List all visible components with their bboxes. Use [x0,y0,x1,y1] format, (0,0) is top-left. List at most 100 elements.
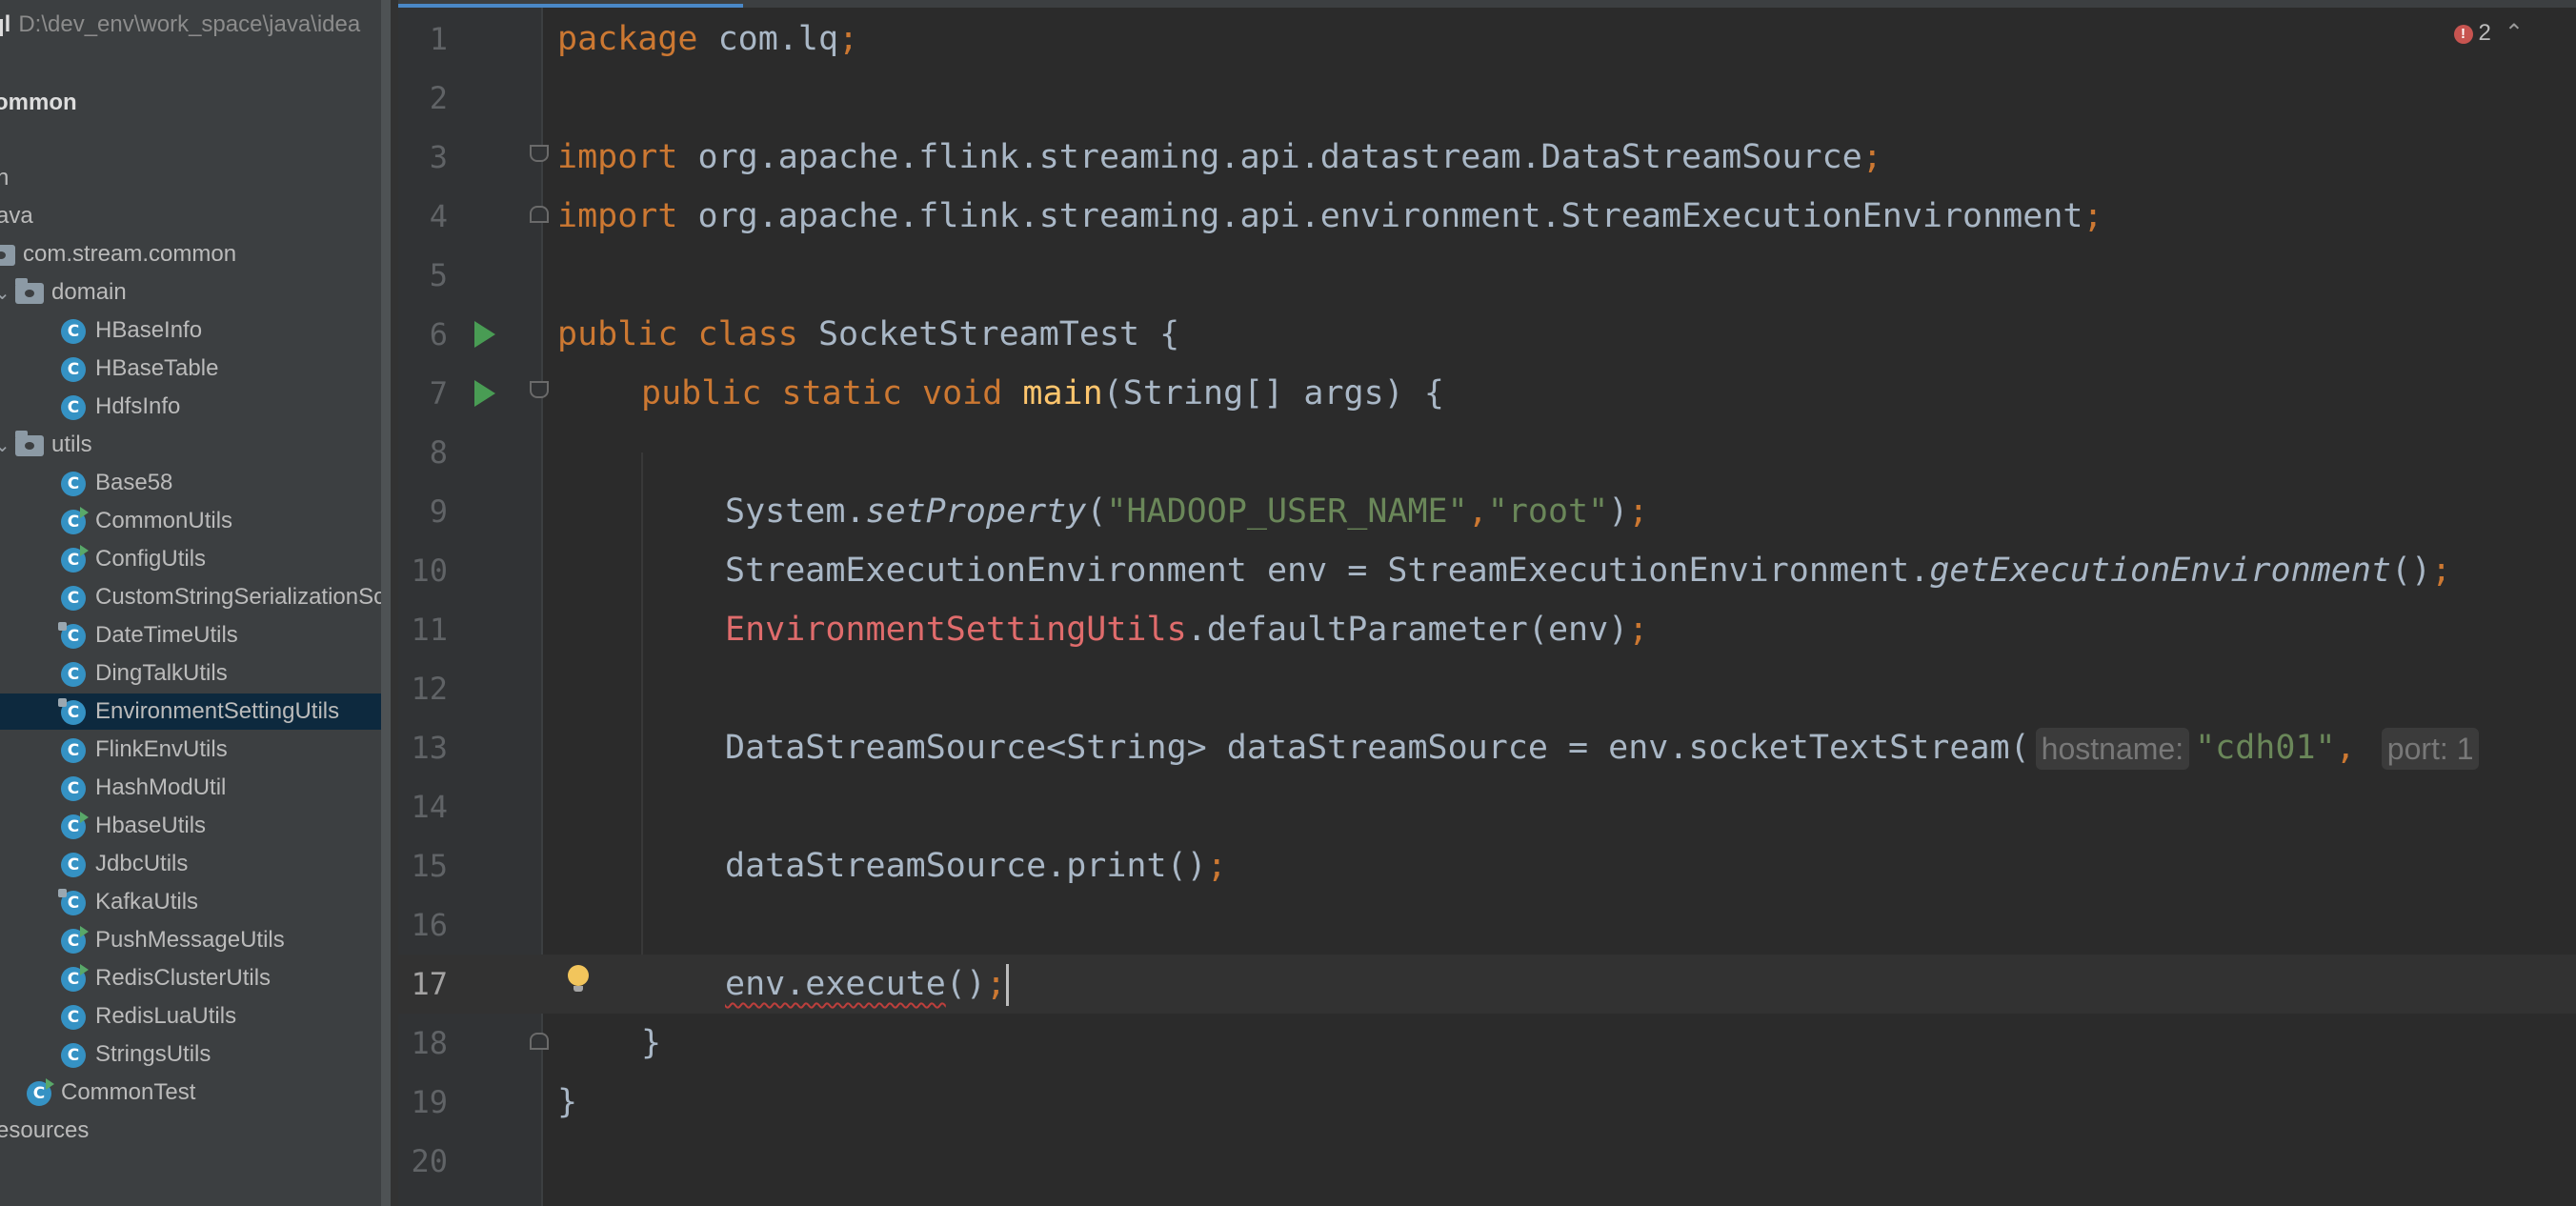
code-token: SocketStreamTest { [797,315,1180,353]
tree-module-common[interactable]: ommon [0,85,77,121]
line-number: 14 [411,789,448,825]
code-text[interactable]: import org.apache.flink.streaming.api.en… [557,187,2103,246]
code-line: 20 [398,1132,2576,1191]
tree-class-item[interactable]: C HbaseUtils [61,808,206,844]
code-text[interactable]: package com.lq; [557,10,858,69]
tree-class-item[interactable]: C FlinkEnvUtils [61,732,228,768]
tree-class-item[interactable]: C DateTimeUtils [58,617,238,653]
tree-class-item[interactable]: C CustomStringSerializationSc [61,579,385,615]
line-number: 18 [411,1025,448,1061]
code-line: 14 [398,777,2576,836]
tree-resources-folder[interactable]: esources [0,1113,89,1149]
semicolon: ; [985,965,1007,1003]
error-underlined-token[interactable]: env.execute [725,965,946,1003]
code-token: StreamExecutionEnvironment env = StreamE… [725,552,1930,590]
code-text[interactable]: } [557,1073,577,1132]
tree-class-item[interactable]: C HashModUtil [61,770,226,806]
project-panel: qlD:\dev_env\work_space\java\idea ommon … [0,0,391,1206]
string-literal: "cdh01" [2195,729,2336,767]
class-label: HdfsInfo [95,393,181,419]
project-header[interactable]: ql D:\dev_env\work_space\java\idea [0,11,360,46]
tree-class-item[interactable]: C HdfsInfo [61,389,180,425]
runnable-class-icon: C [61,506,89,534]
tree-class-item-selected[interactable]: C EnvironmentSettingUtils [0,693,391,730]
code-text[interactable]: System.setProperty("HADOOP_USER_NAME","r… [725,482,1648,541]
tree-class-item[interactable]: C CommonUtils [61,503,232,539]
tree-class-item[interactable]: C JdbcUtils [61,846,188,882]
lightbulb-icon[interactable] [568,965,589,992]
method-name: main [1022,374,1103,412]
code-line: 19} [398,1073,2576,1132]
keyword: import [557,138,678,176]
tree-class-item[interactable]: C HBaseInfo [61,312,202,349]
class-label: HBaseTable [95,355,219,381]
tree-class-item[interactable]: C StringsUtils [61,1036,211,1073]
tree-class-item[interactable]: C ConfigUtils [61,541,206,577]
tree-domain-folder[interactable]: ⌄ domain [0,274,127,311]
code-text[interactable]: StreamExecutionEnvironment env = StreamE… [725,541,2451,600]
code-line: 12 [398,659,2576,718]
code-text[interactable]: } [641,1014,661,1073]
code-text[interactable]: env.execute(); [725,955,1010,1014]
code-line: 18} [398,1014,2576,1073]
tree-package[interactable]: com.stream.common [0,236,236,272]
class-label: PushMessageUtils [95,927,285,953]
line-number: 10 [411,553,448,589]
code-text[interactable]: public static void main(String[] args) { [641,364,1444,423]
tree-class-item[interactable]: C RedisClusterUtils [61,960,271,996]
class-label: CommonUtils [95,508,233,533]
code-line: 15 dataStreamSource.print(); [398,836,2576,895]
module-label: ommon [0,90,77,115]
class-label: DateTimeUtils [95,622,238,648]
code-text[interactable]: EnvironmentSettingUtils.defaultParameter… [725,600,1648,659]
code-text[interactable]: public class SocketStreamTest { [557,305,1179,364]
class-icon: C [58,621,86,649]
fold-icon[interactable] [530,1033,549,1050]
line-number: 17 [411,966,448,1002]
run-class-icon[interactable] [474,321,495,348]
run-method-icon[interactable] [474,380,495,407]
parameter-hint: hostname: [2035,728,2190,770]
code-token: ( [1086,492,1107,531]
code-text[interactable]: DataStreamSource<String> dataStreamSourc… [725,718,2485,777]
code-text[interactable]: import org.apache.flink.streaming.api.da… [557,128,1882,187]
folder-icon [15,277,44,304]
class-label: RedisClusterUtils [95,965,272,991]
code-editor[interactable]: ! 2 ⌃ 1 package com.lq; 2 3 import org.apach… [398,0,2576,1206]
tree-src-folder[interactable]: n [0,160,9,196]
class-label: EnvironmentSettingUtils [95,698,340,724]
code-line: 16 [398,895,2576,955]
tree-class-item[interactable]: C HBaseTable [61,351,218,387]
panel-divider[interactable] [391,0,398,1206]
tree-class-item[interactable]: C Base58 [61,465,172,501]
tree-class-item[interactable]: C PushMessageUtils [61,922,285,958]
text-caret [1006,964,1010,1006]
tree-class-item[interactable]: C KafkaUtils [58,884,199,920]
tree-class-item[interactable]: C RedisLuaUtils [61,998,236,1035]
tree-java-folder[interactable]: ava [0,198,33,234]
project-path: D:\dev_env\work_space\java\idea [18,11,361,37]
comma: , [2335,729,2356,767]
fold-icon[interactable] [530,206,549,223]
code-line: 13 DataStreamSource<String> dataStreamSou… [398,718,2576,777]
tree-utils-folder[interactable]: ⌄ utils [0,427,92,463]
folder-label: utils [51,432,92,457]
class-label: KafkaUtils [95,889,199,915]
class-label: DingTalkUtils [95,660,228,686]
string-literal: "HADOOP_USER_NAME" [1106,492,1468,531]
tree-class-item[interactable]: C DingTalkUtils [61,655,228,692]
static-method: getExecutionEnvironment [1929,552,2391,590]
code-line: 6 public class SocketStreamTest { [398,305,2576,364]
resources-label: esources [0,1117,90,1143]
project-scrollbar[interactable] [381,0,391,1206]
chevron-down-icon[interactable]: ⌄ [0,428,15,464]
class-label: StringsUtils [95,1041,211,1067]
code-line: 8 [398,423,2576,482]
chevron-down-icon[interactable]: ⌄ [0,275,15,312]
code-text[interactable]: dataStreamSource.print(); [725,836,1227,895]
fold-icon[interactable] [530,381,549,398]
fold-icon[interactable] [530,145,549,162]
unresolved-symbol[interactable]: EnvironmentSettingUtils [725,611,1187,649]
semicolon: ; [1206,847,1227,885]
tree-test-class[interactable]: C CommonTest [27,1075,195,1111]
